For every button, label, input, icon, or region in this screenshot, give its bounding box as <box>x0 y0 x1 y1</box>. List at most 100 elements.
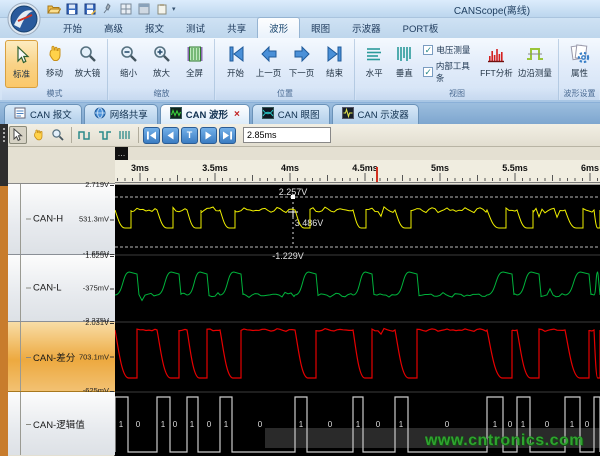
magnifier-mode-button[interactable]: 放大镜 <box>71 40 104 88</box>
scale-top-value: 2.031V <box>85 318 114 327</box>
waveform-canvas[interactable]: 2.257V3.486V-1.229V11111111110000000000 … <box>115 184 600 456</box>
internal-toolbar-checkbox[interactable]: ✓ 内部工具条 <box>423 60 474 84</box>
toolbar-grip[interactable] <box>0 124 8 147</box>
nav-next-button[interactable] <box>200 127 217 144</box>
save-as-icon[interactable] <box>82 1 97 16</box>
svg-text:1: 1 <box>119 420 124 429</box>
app-logo-button[interactable] <box>6 1 42 37</box>
prev-page-button[interactable]: 上一页 <box>252 40 285 88</box>
move-mode-button[interactable]: 移动 <box>38 40 71 88</box>
cursor-tool-button[interactable] <box>9 126 27 144</box>
zoom-tool-button[interactable] <box>49 126 67 144</box>
doc-tab-can-waveform[interactable]: CAN 波形 × <box>160 104 250 124</box>
edge-measure-icon <box>524 42 546 66</box>
svg-text:0: 0 <box>258 420 263 429</box>
edge-measure-button[interactable]: 边沿测量 <box>515 40 555 88</box>
channel-row-can-h[interactable]: 2.719V CAN-H 531.3mV -1.656V <box>8 184 115 255</box>
nav-first-button[interactable] <box>143 127 160 144</box>
group-label-position: 位置 <box>216 88 354 100</box>
hand-icon <box>44 42 66 66</box>
go-end-icon <box>324 42 346 66</box>
cursor-time-input[interactable] <box>243 127 331 143</box>
nav-trigger-button[interactable]: T <box>181 127 198 144</box>
falling-edge-icon[interactable] <box>96 126 114 144</box>
layout-grid-icon[interactable] <box>118 1 133 16</box>
checkbox-checked-icon: ✓ <box>423 67 433 77</box>
channel-selection-strip[interactable] <box>0 147 8 456</box>
ribbon-group-settings: 属性 波形设置 <box>560 39 599 100</box>
ribbon-tab-test[interactable]: 测试 <box>175 18 216 38</box>
svg-text:0: 0 <box>207 420 212 429</box>
pin-icon[interactable] <box>100 1 115 16</box>
eye-diagram-icon <box>262 107 274 122</box>
open-file-icon[interactable] <box>46 1 61 16</box>
ribbon-tab-advanced[interactable]: 高级 <box>93 18 134 38</box>
ribbon-tab-eye[interactable]: 眼图 <box>300 18 341 38</box>
nav-last-button[interactable] <box>219 127 236 144</box>
ribbon-tab-start[interactable]: 开始 <box>52 18 93 38</box>
voltage-measure-checkbox[interactable]: ✓ 电压测量 <box>423 44 474 56</box>
fft-spectrum-icon <box>485 42 507 66</box>
vertical-button[interactable]: 垂直 <box>389 40 419 88</box>
pulse-train-icon[interactable] <box>116 126 134 144</box>
clipboard-icon[interactable] <box>154 1 169 16</box>
ribbon-tab-port[interactable]: PORT板 <box>392 18 450 38</box>
nav-prev-button[interactable] <box>162 127 179 144</box>
group-label-mode: 模式 <box>2 88 107 100</box>
svg-text:3ms: 3ms <box>131 163 149 173</box>
scale-mid-value: 531.3mV <box>79 215 114 224</box>
window-icon[interactable] <box>136 1 151 16</box>
svg-text:1: 1 <box>161 420 166 429</box>
properties-button[interactable]: 属性 <box>563 40 596 88</box>
checkbox-checked-icon: ✓ <box>423 45 433 55</box>
svg-text:0: 0 <box>136 420 141 429</box>
fft-analysis-button[interactable]: FFT分析 <box>478 40 515 88</box>
ribbon-tab-oscilloscope[interactable]: 示波器 <box>341 18 392 38</box>
canscope-window: ▾ CANScope(离线) 开始 高级 报文 测试 共享 波形 眼图 示波器 … <box>0 0 600 456</box>
ribbon-group-zoom: 缩小 放大 全屏 缩放 <box>109 39 215 100</box>
standard-mode-button[interactable]: 标准 <box>5 40 38 88</box>
watermark-text: www.cntronics.com <box>425 432 584 450</box>
full-screen-icon <box>184 42 206 66</box>
ribbon-tab-share[interactable]: 共享 <box>216 18 257 38</box>
group-label-zoom: 缩放 <box>109 88 214 100</box>
globe-icon <box>94 107 106 122</box>
scale-top-value: 1.625V <box>85 251 114 260</box>
svg-text:2.257V: 2.257V <box>279 187 308 197</box>
scale-top-value: 2.719V <box>85 180 114 189</box>
properties-gear-icon <box>569 42 591 66</box>
horizontal-button[interactable]: 水平 <box>359 40 389 88</box>
doc-tab-can-oscilloscope[interactable]: CAN 示波器 <box>332 104 419 124</box>
go-start-button[interactable]: 开始 <box>219 40 252 88</box>
doc-tab-can-eye[interactable]: CAN 眼图 <box>252 104 330 124</box>
next-page-button[interactable]: 下一页 <box>285 40 318 88</box>
pan-tool-button[interactable] <box>29 126 47 144</box>
channel-name: CAN-H <box>26 214 63 225</box>
report-icon <box>14 107 26 122</box>
channel-row-can-l[interactable]: 1.625V CAN-L -375mV -2.375V <box>8 255 115 322</box>
plot-area[interactable]: … 3ms3.5ms4ms4.5ms5ms5.5ms6ms 2.257V3.48… <box>115 147 600 456</box>
waveform-view: 2.719V CAN-H 531.3mV -1.656V 1.625V CAN-… <box>0 147 600 456</box>
svg-text:1: 1 <box>190 420 195 429</box>
next-page-icon <box>291 42 313 66</box>
doc-tab-can-message[interactable]: CAN 报文 <box>4 104 82 124</box>
channel-row-can-logic[interactable]: CAN-逻辑值 <box>8 392 115 455</box>
channel-row-can-diff[interactable]: 2.031V CAN-差分 703.1mV -625mV <box>8 322 115 392</box>
zoom-out-button[interactable]: 缩小 <box>112 40 145 88</box>
rising-edge-icon[interactable] <box>76 126 94 144</box>
ribbon-tab-waveform[interactable]: 波形 <box>257 17 300 38</box>
ruler-svg: 3ms3.5ms4ms4.5ms5ms5.5ms6ms <box>115 147 600 184</box>
save-icon[interactable] <box>64 1 79 16</box>
ribbon: 标准 移动 放大镜 模式 <box>0 38 600 102</box>
quick-access-toolbar: ▾ <box>46 1 176 16</box>
close-tab-icon[interactable]: × <box>234 109 240 120</box>
go-end-button[interactable]: 结束 <box>318 40 351 88</box>
doc-tab-network-share[interactable]: 网络共享 <box>84 104 158 124</box>
title-bar: ▾ CANScope(离线) <box>0 0 600 18</box>
ribbon-tab-message[interactable]: 报文 <box>134 18 175 38</box>
qat-dropdown-icon[interactable]: ▾ <box>172 5 176 13</box>
group-label-view: 视图 <box>356 88 558 100</box>
full-screen-button[interactable]: 全屏 <box>178 40 211 88</box>
ribbon-tab-strip: 开始 高级 报文 测试 共享 波形 眼图 示波器 PORT板 <box>0 18 600 38</box>
zoom-in-button[interactable]: 放大 <box>145 40 178 88</box>
